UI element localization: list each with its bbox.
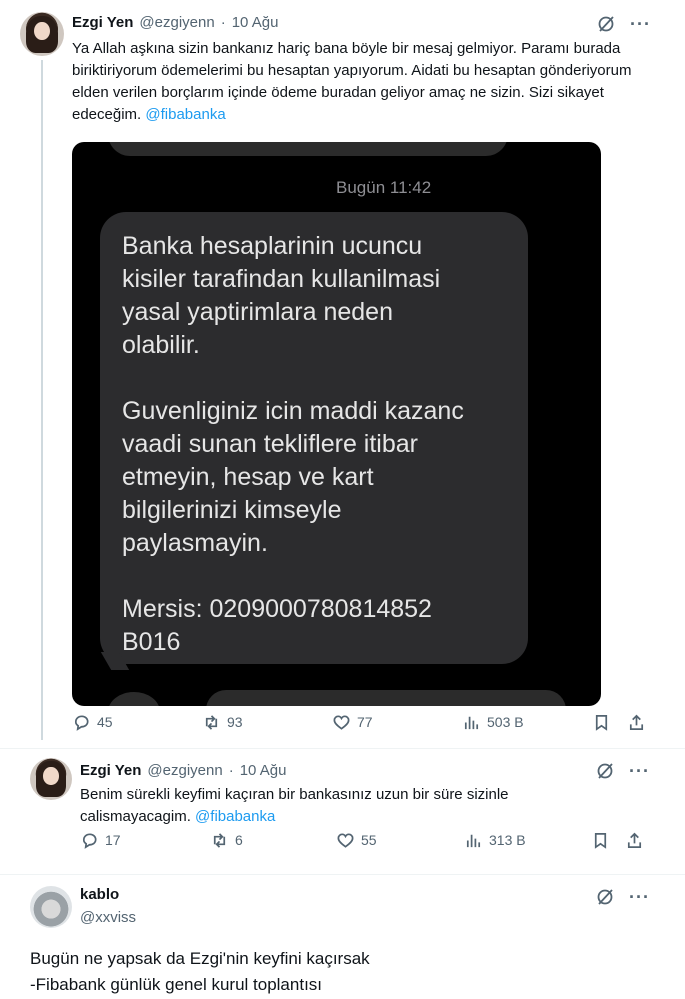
user-handle[interactable]: @xxviss [80,909,136,926]
views-button[interactable]: 313 B [464,831,526,850]
separator-dot: · [220,14,226,31]
heart-icon [337,832,354,848]
tweet-text: Bugün ne yapsak da Ezgi'nin keyfini kaçı… [30,946,650,998]
like-count: 77 [357,714,373,730]
like-button[interactable]: 77 [332,713,373,732]
more-icon[interactable]: ··· [629,888,650,906]
sms-message-text: Banka hesaplarinin ucuncu kisiler tarafi… [122,232,464,656]
repost-icon [205,714,218,730]
tweet-body-line: Bugün ne yapsak da Ezgi'nin keyfini kaçı… [30,949,370,968]
user-handle[interactable]: @ezgiyenn [139,14,214,31]
like-button[interactable]: 55 [336,831,377,850]
display-name[interactable]: Ezgi Yen [72,14,133,31]
timestamp[interactable]: 10 Ağu [240,762,287,779]
tweet-top-actions: ··· [595,761,650,781]
analytics-icon [464,716,479,729]
share-icon[interactable] [625,831,644,850]
reply-icon [74,714,89,731]
divider [0,874,685,875]
divider [0,748,685,749]
attached-image[interactable]: Bugün 11:42 Banka hesaplarinin ucuncu ki… [72,142,601,706]
message-timestamp: Bugün 11:42 [336,178,432,197]
tweet-text: Benim sürekli keyfimi kaçıran bir bankas… [80,784,560,828]
reply-button[interactable]: 45 [72,713,113,732]
tweet-body-line: -Fibabank günlük genel kurul toplantısı [30,975,323,994]
reply-count: 45 [97,714,113,730]
display-name[interactable]: Ezgi Yen [80,762,141,779]
repost-count: 6 [235,832,243,848]
like-count: 55 [361,832,377,848]
thread-line [41,60,43,740]
tweet-top-actions: ··· [596,14,651,34]
repost-button[interactable]: 93 [202,713,243,732]
avatar[interactable] [20,12,64,56]
share-icon[interactable] [627,713,646,732]
reply-icon [82,832,97,849]
bookmark-icon[interactable] [591,831,610,850]
avatar[interactable] [30,758,72,800]
tweet-body: Benim sürekli keyfimi kaçıran bir bankas… [80,786,509,825]
more-icon[interactable]: ··· [630,15,651,33]
view-count: 503 B [487,714,524,730]
bookmark-icon[interactable] [592,713,611,732]
repost-count: 93 [227,714,243,730]
next-message-bubble [206,690,566,706]
display-name[interactable]: kablo [80,886,119,903]
tweet-text: Ya Allah aşkına sizin bankanız hariç ban… [72,38,644,126]
view-count: 313 B [489,832,526,848]
tweet-header: Ezgi Yen @ezgiyenn · 10 Ağu [72,14,278,31]
avatar[interactable] [30,886,72,928]
reply-button[interactable]: 17 [80,831,121,850]
sms-message-bubble: Banka hesaplarinin ucuncu kisiler tarafi… [100,212,528,664]
user-handle[interactable]: @ezgiyenn [147,762,222,779]
reply-count: 17 [105,832,121,848]
more-icon[interactable]: ··· [629,762,650,780]
grok-icon[interactable] [596,14,616,34]
next-message-avatar [108,692,160,706]
timestamp[interactable]: 10 Ağu [232,14,279,31]
analytics-icon [466,834,481,847]
tweet-header: Ezgi Yen @ezgiyenn · 10 Ağu [80,762,286,779]
views-button[interactable]: 503 B [462,713,524,732]
heart-icon [333,714,350,730]
grok-icon[interactable] [595,887,615,907]
previous-message-bubble [108,142,508,156]
tweet-header: kablo [80,886,119,903]
repost-icon [213,832,226,848]
tweet-top-actions: ··· [595,887,650,907]
separator-dot: · [228,762,234,779]
mention-link[interactable]: @fibabanka [195,808,275,825]
repost-button[interactable]: 6 [210,831,243,850]
mention-link[interactable]: @fibabanka [145,106,225,123]
grok-icon[interactable] [595,761,615,781]
